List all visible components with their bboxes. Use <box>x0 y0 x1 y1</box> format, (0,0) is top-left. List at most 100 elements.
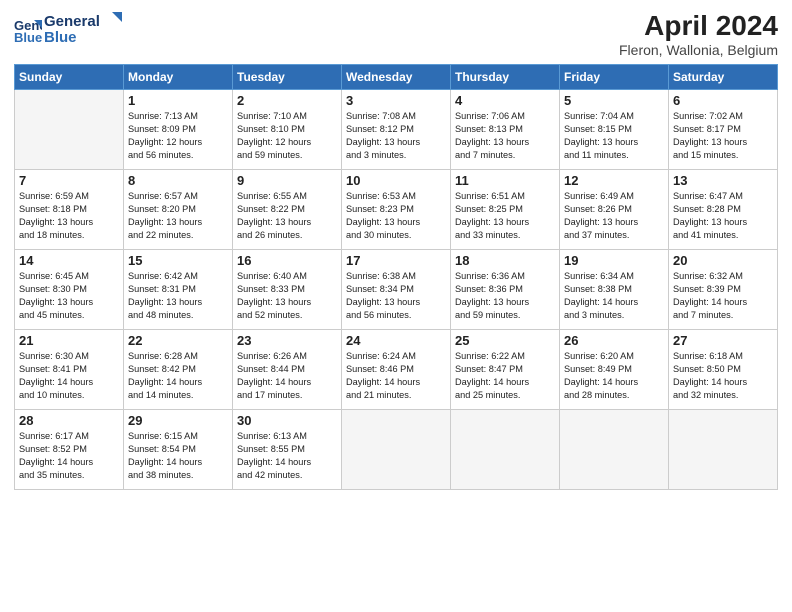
day-number: 20 <box>673 253 773 268</box>
calendar-cell: 1 Sunrise: 7:13 AMSunset: 8:09 PMDaylight… <box>124 90 233 170</box>
calendar-cell: 9 Sunrise: 6:55 AMSunset: 8:22 PMDaylight… <box>233 170 342 250</box>
day-details: Sunrise: 6:22 AMSunset: 8:47 PMDaylight:… <box>455 350 555 402</box>
day-number: 4 <box>455 93 555 108</box>
calendar-cell: 2 Sunrise: 7:10 AMSunset: 8:10 PMDaylight… <box>233 90 342 170</box>
day-number: 18 <box>455 253 555 268</box>
day-number: 1 <box>128 93 228 108</box>
calendar-cell: 20 Sunrise: 6:32 AMSunset: 8:39 PMDayligh… <box>669 250 778 330</box>
calendar-cell: 25Sunrise: 6:22 AMSunset: 8:47 PMDayligh… <box>451 330 560 410</box>
calendar-cell: 12Sunrise: 6:49 AMSunset: 8:26 PMDayligh… <box>560 170 669 250</box>
day-details: Sunrise: 6:42 AMSunset: 8:31 PMDaylight:… <box>128 270 228 322</box>
day-details: Sunrise: 6:30 AMSunset: 8:41 PMDaylight:… <box>19 350 119 402</box>
day-number: 3 <box>346 93 446 108</box>
page: General Blue General Blue April 2024 Fle… <box>0 0 792 612</box>
day-details: Sunrise: 6:55 AMSunset: 8:22 PMDaylight:… <box>237 190 337 242</box>
day-details: Sunrise: 7:13 AMSunset: 8:09 PMDaylight:… <box>128 110 228 162</box>
day-number: 6 <box>673 93 773 108</box>
calendar-week-row: 14 Sunrise: 6:45 AMSunset: 8:30 PMDayligh… <box>15 250 778 330</box>
day-details: Sunrise: 6:34 AMSunset: 8:38 PMDaylight:… <box>564 270 664 322</box>
calendar-cell: 16 Sunrise: 6:40 AMSunset: 8:33 PMDayligh… <box>233 250 342 330</box>
day-details: Sunrise: 6:47 AMSunset: 8:28 PMDaylight:… <box>673 190 773 242</box>
calendar-week-row: 7 Sunrise: 6:59 AMSunset: 8:18 PMDaylight… <box>15 170 778 250</box>
logo-text: General Blue <box>44 10 124 51</box>
calendar-cell: 3 Sunrise: 7:08 AMSunset: 8:12 PMDaylight… <box>342 90 451 170</box>
day-number: 27 <box>673 333 773 348</box>
day-details: Sunrise: 6:28 AMSunset: 8:42 PMDaylight:… <box>128 350 228 402</box>
day-details: Sunrise: 6:59 AMSunset: 8:18 PMDaylight:… <box>19 190 119 242</box>
header-day: Friday <box>560 65 669 90</box>
calendar-cell: 11 Sunrise: 6:51 AMSunset: 8:25 PMDayligh… <box>451 170 560 250</box>
day-number: 30 <box>237 413 337 428</box>
svg-text:General: General <box>44 13 100 30</box>
day-details: Sunrise: 6:18 AMSunset: 8:50 PMDaylight:… <box>673 350 773 402</box>
day-details: Sunrise: 7:08 AMSunset: 8:12 PMDaylight:… <box>346 110 446 162</box>
day-number: 9 <box>237 173 337 188</box>
calendar-week-row: 28 Sunrise: 6:17 AMSunset: 8:52 PMDayligh… <box>15 410 778 490</box>
calendar-cell: 26Sunrise: 6:20 AMSunset: 8:49 PMDayligh… <box>560 330 669 410</box>
calendar-cell <box>669 410 778 490</box>
day-number: 14 <box>19 253 119 268</box>
day-number: 7 <box>19 173 119 188</box>
calendar-week-row: 1 Sunrise: 7:13 AMSunset: 8:09 PMDaylight… <box>15 90 778 170</box>
day-number: 21 <box>19 333 119 348</box>
svg-text:Blue: Blue <box>44 29 77 46</box>
calendar-cell: 18 Sunrise: 6:36 AMSunset: 8:36 PMDayligh… <box>451 250 560 330</box>
calendar-cell: 6 Sunrise: 7:02 AMSunset: 8:17 PMDaylight… <box>669 90 778 170</box>
calendar-cell: 10Sunrise: 6:53 AMSunset: 8:23 PMDayligh… <box>342 170 451 250</box>
subtitle: Fleron, Wallonia, Belgium <box>619 42 778 58</box>
day-number: 2 <box>237 93 337 108</box>
calendar-cell: 23Sunrise: 6:26 AMSunset: 8:44 PMDayligh… <box>233 330 342 410</box>
calendar-cell <box>15 90 124 170</box>
day-number: 29 <box>128 413 228 428</box>
day-details: Sunrise: 6:36 AMSunset: 8:36 PMDaylight:… <box>455 270 555 322</box>
day-number: 16 <box>237 253 337 268</box>
calendar-cell: 24 Sunrise: 6:24 AMSunset: 8:46 PMDayligh… <box>342 330 451 410</box>
calendar-cell: 7 Sunrise: 6:59 AMSunset: 8:18 PMDaylight… <box>15 170 124 250</box>
calendar-table: SundayMondayTuesdayWednesdayThursdayFrid… <box>14 64 778 490</box>
calendar-week-row: 21 Sunrise: 6:30 AMSunset: 8:41 PMDayligh… <box>15 330 778 410</box>
logo-icon: General Blue <box>14 16 42 44</box>
title-block: April 2024 Fleron, Wallonia, Belgium <box>619 10 778 58</box>
day-details: Sunrise: 6:32 AMSunset: 8:39 PMDaylight:… <box>673 270 773 322</box>
day-details: Sunrise: 6:45 AMSunset: 8:30 PMDaylight:… <box>19 270 119 322</box>
day-details: Sunrise: 6:51 AMSunset: 8:25 PMDaylight:… <box>455 190 555 242</box>
calendar-cell: 19 Sunrise: 6:34 AMSunset: 8:38 PMDayligh… <box>560 250 669 330</box>
calendar-cell: 8 Sunrise: 6:57 AMSunset: 8:20 PMDaylight… <box>124 170 233 250</box>
day-details: Sunrise: 6:20 AMSunset: 8:49 PMDaylight:… <box>564 350 664 402</box>
day-details: Sunrise: 6:57 AMSunset: 8:20 PMDaylight:… <box>128 190 228 242</box>
header-day: Sunday <box>15 65 124 90</box>
day-details: Sunrise: 7:10 AMSunset: 8:10 PMDaylight:… <box>237 110 337 162</box>
header-day: Wednesday <box>342 65 451 90</box>
main-title: April 2024 <box>619 10 778 42</box>
day-details: Sunrise: 6:13 AMSunset: 8:55 PMDaylight:… <box>237 430 337 482</box>
calendar-cell: 22 Sunrise: 6:28 AMSunset: 8:42 PMDayligh… <box>124 330 233 410</box>
day-number: 15 <box>128 253 228 268</box>
day-number: 24 <box>346 333 446 348</box>
day-details: Sunrise: 7:02 AMSunset: 8:17 PMDaylight:… <box>673 110 773 162</box>
day-details: Sunrise: 6:53 AMSunset: 8:23 PMDaylight:… <box>346 190 446 242</box>
calendar-cell: 28 Sunrise: 6:17 AMSunset: 8:52 PMDayligh… <box>15 410 124 490</box>
day-number: 22 <box>128 333 228 348</box>
day-details: Sunrise: 6:49 AMSunset: 8:26 PMDaylight:… <box>564 190 664 242</box>
day-number: 8 <box>128 173 228 188</box>
calendar-cell: 4Sunrise: 7:06 AMSunset: 8:13 PMDaylight… <box>451 90 560 170</box>
calendar-cell: 27 Sunrise: 6:18 AMSunset: 8:50 PMDayligh… <box>669 330 778 410</box>
calendar-header-row: SundayMondayTuesdayWednesdayThursdayFrid… <box>15 65 778 90</box>
day-number: 28 <box>19 413 119 428</box>
day-details: Sunrise: 7:04 AMSunset: 8:15 PMDaylight:… <box>564 110 664 162</box>
day-number: 5 <box>564 93 664 108</box>
calendar-cell <box>451 410 560 490</box>
day-details: Sunrise: 6:26 AMSunset: 8:44 PMDaylight:… <box>237 350 337 402</box>
day-details: Sunrise: 6:24 AMSunset: 8:46 PMDaylight:… <box>346 350 446 402</box>
calendar-cell: 29 Sunrise: 6:15 AMSunset: 8:54 PMDayligh… <box>124 410 233 490</box>
day-details: Sunrise: 6:15 AMSunset: 8:54 PMDaylight:… <box>128 430 228 482</box>
header: General Blue General Blue April 2024 Fle… <box>14 10 778 58</box>
day-number: 19 <box>564 253 664 268</box>
day-details: Sunrise: 6:40 AMSunset: 8:33 PMDaylight:… <box>237 270 337 322</box>
day-details: Sunrise: 6:17 AMSunset: 8:52 PMDaylight:… <box>19 430 119 482</box>
calendar-cell: 30 Sunrise: 6:13 AMSunset: 8:55 PMDayligh… <box>233 410 342 490</box>
header-day: Tuesday <box>233 65 342 90</box>
calendar-cell: 15 Sunrise: 6:42 AMSunset: 8:31 PMDayligh… <box>124 250 233 330</box>
day-number: 11 <box>455 173 555 188</box>
calendar-cell: 14 Sunrise: 6:45 AMSunset: 8:30 PMDayligh… <box>15 250 124 330</box>
